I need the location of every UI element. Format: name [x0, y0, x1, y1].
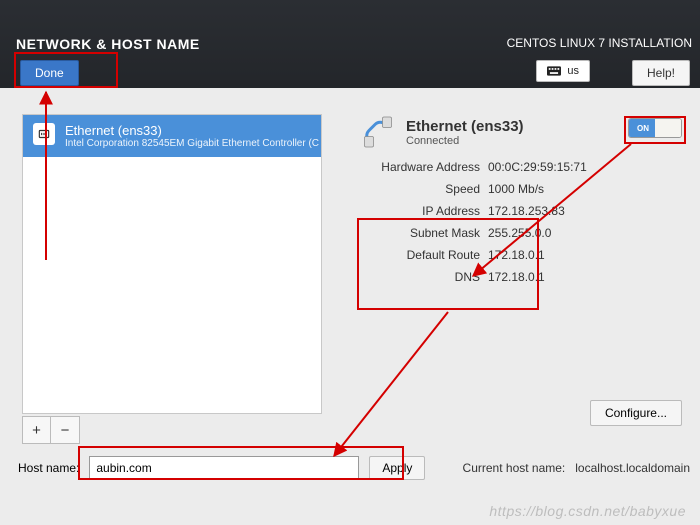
gw-label: Default Route [360, 248, 480, 262]
watermark: https://blog.csdn.net/babyxue [489, 503, 686, 519]
hostname-row: Host name: Apply Current host name: loca… [18, 456, 690, 480]
nic-list-item[interactable]: Ethernet (ens33) Intel Corporation 82545… [23, 115, 321, 157]
current-hostname-label: Current host name: [463, 461, 566, 475]
speed-label: Speed [360, 182, 480, 196]
ethernet-cable-icon [360, 114, 396, 150]
ethernet-icon [33, 123, 55, 145]
connection-toggle[interactable]: ON [628, 118, 682, 138]
dns-label: DNS [360, 270, 480, 284]
nic-status: Connected [406, 135, 524, 147]
keyboard-layout-indicator[interactable]: us [536, 60, 590, 82]
nic-detail-title: Ethernet (ens33) [406, 118, 524, 135]
nic-add-remove-toolbar: + − [22, 416, 80, 444]
nic-name: Ethernet (ens33) [65, 123, 319, 138]
help-button[interactable]: Help! [632, 60, 690, 86]
apply-button[interactable]: Apply [369, 456, 425, 480]
hwaddr-label: Hardware Address [360, 160, 480, 174]
nic-list[interactable]: Ethernet (ens33) Intel Corporation 82545… [22, 114, 322, 414]
header-bar: NETWORK & HOST NAME CENTOS LINUX 7 INSTA… [0, 0, 700, 88]
ip-label: IP Address [360, 204, 480, 218]
add-nic-button[interactable]: + [23, 417, 51, 443]
mask-label: Subnet Mask [360, 226, 480, 240]
toggle-knob [655, 119, 681, 137]
content-area: Ethernet (ens33) Intel Corporation 82545… [0, 100, 700, 525]
toggle-on-label: ON [629, 119, 657, 137]
mask-value: 255.255.0.0 [488, 226, 688, 240]
remove-nic-button[interactable]: − [51, 417, 79, 443]
hostname-input[interactable] [89, 456, 359, 480]
ip-value: 172.18.253.83 [488, 204, 688, 218]
current-hostname-value: localhost.localdomain [575, 461, 690, 475]
nic-desc: Intel Corporation 82545EM Gigabit Ethern… [65, 138, 319, 149]
installer-title: CENTOS LINUX 7 INSTALLATION [507, 36, 692, 50]
configure-button[interactable]: Configure... [590, 400, 682, 426]
nic-detail-panel: Ethernet (ens33) Connected Hardware Addr… [360, 114, 688, 284]
hostname-label: Host name: [18, 461, 79, 475]
keyboard-icon [547, 66, 561, 76]
dns-value: 172.18.0.1 [488, 270, 688, 284]
keyboard-layout-label: us [567, 65, 579, 77]
gw-value: 172.18.0.1 [488, 248, 688, 262]
done-button[interactable]: Done [20, 60, 79, 86]
hwaddr-value: 00:0C:29:59:15:71 [488, 160, 688, 174]
speed-value: 1000 Mb/s [488, 182, 688, 196]
page-title: NETWORK & HOST NAME [16, 36, 200, 52]
